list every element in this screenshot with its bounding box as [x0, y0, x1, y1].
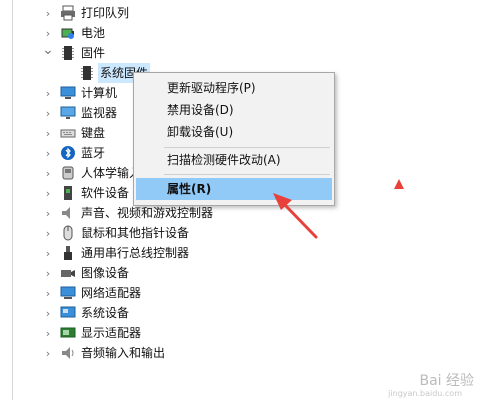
- annotation-arrow-icon: [273, 179, 404, 239]
- watermark-url: jingyan.baidu.com: [388, 389, 462, 398]
- watermark-logo: Bai 经验: [419, 373, 474, 389]
